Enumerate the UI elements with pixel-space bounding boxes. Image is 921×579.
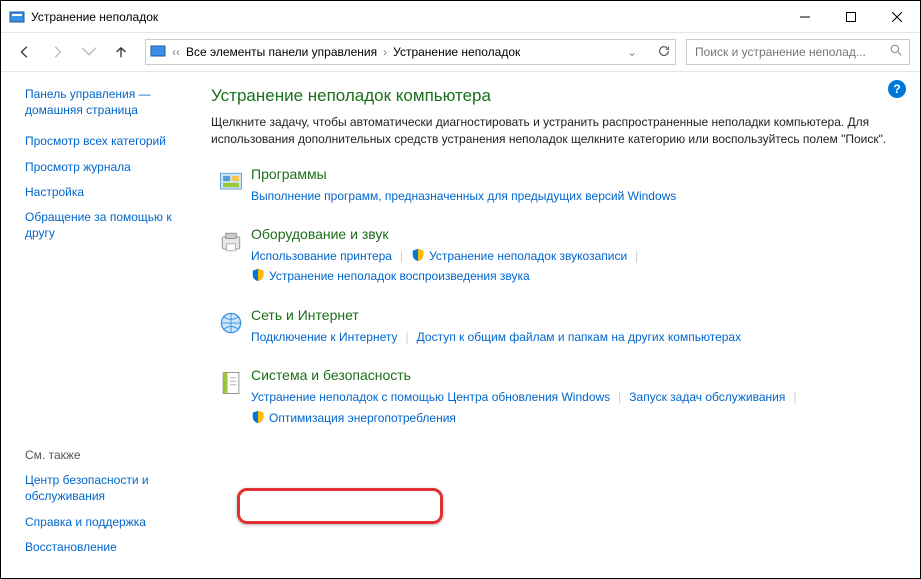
category-link[interactable]: Устранение неполадок звукозаписи [429, 249, 627, 263]
window: { "window": { "title": "Устранение непол… [0, 0, 921, 579]
shield-icon [251, 410, 265, 424]
sidebar: Панель управления — домашняя страница Пр… [1, 72, 201, 578]
category-icon [211, 367, 251, 428]
category-link[interactable]: Запуск задач обслуживания [629, 390, 785, 404]
sidebar-link-remote-help[interactable]: Обращение за помощью к другу [25, 209, 187, 241]
category-link[interactable]: Устранение неполадок воспроизведения зву… [269, 269, 530, 283]
category-title[interactable]: Сеть и Интернет [251, 307, 900, 323]
address-dropdown-icon[interactable]: ⌄ [627, 45, 637, 59]
see-also-heading: См. также [25, 448, 187, 462]
category-link[interactable]: Подключение к Интернету [251, 330, 398, 344]
category-link[interactable]: Доступ к общим файлам и папкам на других… [417, 330, 741, 344]
divider: | [406, 327, 409, 347]
divider: | [635, 246, 638, 266]
search-icon[interactable] [890, 44, 903, 60]
sidebar-link-home[interactable]: Панель управления — домашняя страница [25, 86, 187, 118]
divider: | [793, 387, 796, 407]
category-link[interactable]: Оптимизация энергопотребления [269, 411, 456, 425]
sidebar-link-recovery[interactable]: Восстановление [25, 539, 187, 555]
back-button[interactable] [11, 38, 39, 66]
sidebar-link-all-categories[interactable]: Просмотр всех категорий [25, 133, 187, 149]
category-icon [211, 307, 251, 347]
chevron-right-icon: › [383, 45, 387, 59]
sidebar-link-help[interactable]: Справка и поддержка [25, 514, 187, 530]
minimize-button[interactable] [782, 1, 828, 32]
page-title: Устранение неполадок компьютера [211, 86, 900, 106]
recent-dropdown[interactable] [75, 38, 103, 66]
divider: | [400, 246, 403, 266]
category-links: Устранение неполадок с помощью Центра об… [251, 387, 900, 428]
category: Сеть и Интернет Подключение к Интернету | Д… [211, 307, 900, 347]
category-links: Использование принтера | Устранение непола… [251, 246, 900, 287]
up-button[interactable] [107, 38, 135, 66]
category-links: Подключение к Интернету | Доступ к общим ф… [251, 327, 900, 347]
refresh-button[interactable] [657, 44, 671, 61]
app-icon [9, 9, 25, 25]
window-buttons [782, 1, 920, 32]
forward-button[interactable] [43, 38, 71, 66]
address-bar[interactable]: ‹‹ Все элементы панели управления › Устр… [145, 39, 676, 65]
category-link[interactable]: Выполнение программ, предназначенных для… [251, 189, 676, 203]
category-title[interactable]: Программы [251, 166, 900, 182]
titlebar: Устранение неполадок [1, 1, 920, 33]
chevron-icon: ‹‹ [172, 45, 180, 59]
window-title: Устранение неполадок [31, 10, 782, 24]
help-icon[interactable]: ? [888, 80, 906, 98]
category-icon [211, 166, 251, 206]
sidebar-link-history[interactable]: Просмотр журнала [25, 159, 187, 175]
category-title[interactable]: Система и безопасность [251, 367, 900, 383]
category-title[interactable]: Оборудование и звук [251, 226, 900, 242]
category: Оборудование и звук Использование принтер… [211, 226, 900, 287]
body: Панель управления — домашняя страница Пр… [1, 72, 920, 578]
category-link[interactable]: Устранение неполадок с помощью Центра об… [251, 390, 610, 404]
navbar: ‹‹ Все элементы панели управления › Устр… [1, 33, 920, 72]
search-input[interactable] [693, 44, 890, 60]
page-description: Щелкните задачу, чтобы автоматически диа… [211, 114, 900, 148]
category-icon [211, 226, 251, 287]
shield-icon [251, 268, 265, 282]
divider: | [618, 387, 621, 407]
sidebar-link-settings[interactable]: Настройка [25, 184, 187, 200]
main-content: ? Устранение неполадок компьютера Щелкни… [201, 72, 920, 578]
category-link[interactable]: Использование принтера [251, 249, 392, 263]
maximize-button[interactable] [828, 1, 874, 32]
category: Система и безопасность Устранение неполад… [211, 367, 900, 428]
highlight-annotation [237, 488, 443, 524]
control-panel-icon [150, 43, 166, 62]
category: Программы Выполнение программ, предназнач… [211, 166, 900, 206]
shield-icon [411, 248, 425, 262]
close-button[interactable] [874, 1, 920, 32]
search-box[interactable] [686, 39, 910, 65]
category-links: Выполнение программ, предназначенных для… [251, 186, 900, 206]
breadcrumb-root[interactable]: Все элементы панели управления [186, 45, 377, 59]
breadcrumb-current[interactable]: Устранение неполадок [393, 45, 520, 59]
sidebar-link-security-center[interactable]: Центр безопасности и обслуживания [25, 472, 187, 504]
